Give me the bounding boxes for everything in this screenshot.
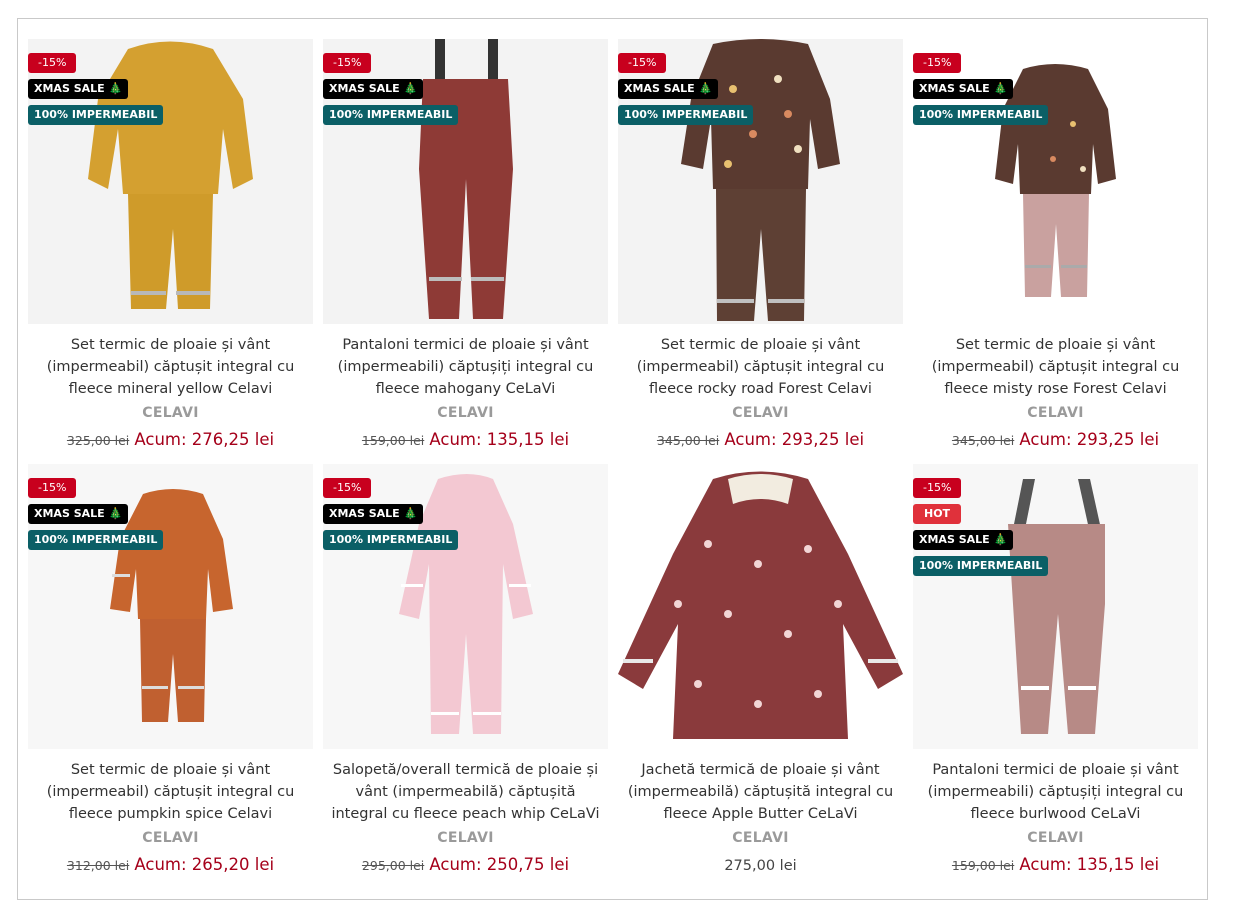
xmas-sale-badge: XMAS SALE 🎄 xyxy=(323,504,424,524)
waterproof-badge: 100% IMPERMEABIL xyxy=(28,105,164,125)
regular-price: 275,00 lei xyxy=(724,858,797,874)
product-image[interactable]: -15% XMAS SALE 🎄 100% IMPERMEABIL xyxy=(618,39,903,324)
product-price: 295,00 lei Acum: 250,75 lei xyxy=(323,855,608,874)
product-price: 275,00 lei xyxy=(618,855,903,874)
product-title[interactable]: Salopetă/overall termică de ploaie și vâ… xyxy=(323,759,608,825)
discount-badge: -15% xyxy=(28,478,77,498)
product-card[interactable]: -15% XMAS SALE 🎄 100% IMPERMEABIL Set te… xyxy=(913,39,1198,464)
product-title[interactable]: Set termic de ploaie și vânt (impermeabi… xyxy=(913,334,1198,400)
discount-badge: -15% xyxy=(913,478,962,498)
product-card[interactable]: -15% XMAS SALE 🎄 100% IMPERMEABIL Set te… xyxy=(28,39,313,464)
old-price: 295,00 lei xyxy=(361,858,425,873)
product-image[interactable]: -15% XMAS SALE 🎄 100% IMPERMEABIL xyxy=(913,39,1198,324)
product-brand[interactable]: CELAVI xyxy=(618,405,903,421)
product-card[interactable]: -15% XMAS SALE 🎄 100% IMPERMEABIL Set te… xyxy=(28,464,313,889)
discount-badge: -15% xyxy=(323,53,372,73)
waterproof-badge: 100% IMPERMEABIL xyxy=(913,105,1049,125)
product-price: 325,00 lei Acum: 276,25 lei xyxy=(28,430,313,449)
product-brand[interactable]: CELAVI xyxy=(618,830,903,846)
old-price: 159,00 lei xyxy=(361,433,425,448)
product-title[interactable]: Set termic de ploaie și vânt (impermeabi… xyxy=(28,759,313,825)
product-brand[interactable]: CELAVI xyxy=(323,405,608,421)
product-price: 345,00 lei Acum: 293,25 lei xyxy=(618,430,903,449)
product-title[interactable]: Jachetă termică de ploaie și vânt (imper… xyxy=(618,759,903,825)
product-card[interactable]: -15% XMAS SALE 🎄 100% IMPERMEABIL Salope… xyxy=(323,464,608,889)
xmas-sale-badge: XMAS SALE 🎄 xyxy=(28,504,129,524)
new-price: Acum: 293,25 lei xyxy=(1019,430,1160,449)
new-price: Acum: 135,15 lei xyxy=(1019,855,1160,874)
product-brand[interactable]: CELAVI xyxy=(28,405,313,421)
xmas-sale-badge: XMAS SALE 🎄 xyxy=(323,79,424,99)
product-image[interactable]: -15% XMAS SALE 🎄 100% IMPERMEABIL xyxy=(28,464,313,749)
product-image[interactable]: -15% XMAS SALE 🎄 100% IMPERMEABIL xyxy=(323,39,608,324)
product-title[interactable]: Set termic de ploaie și vânt (impermeabi… xyxy=(618,334,903,400)
discount-badge: -15% xyxy=(323,478,372,498)
product-grid: -15% XMAS SALE 🎄 100% IMPERMEABIL Set te… xyxy=(28,39,1198,889)
product-image[interactable] xyxy=(618,464,903,749)
product-brand[interactable]: CELAVI xyxy=(323,830,608,846)
xmas-sale-badge: XMAS SALE 🎄 xyxy=(913,79,1014,99)
product-brand[interactable]: CELAVI xyxy=(913,830,1198,846)
old-price: 325,00 lei xyxy=(66,433,130,448)
xmas-sale-badge: XMAS SALE 🎄 xyxy=(618,79,719,99)
discount-badge: -15% xyxy=(913,53,962,73)
discount-badge: -15% xyxy=(28,53,77,73)
xmas-sale-badge: XMAS SALE 🎄 xyxy=(913,530,1014,550)
product-card[interactable]: Jachetă termică de ploaie și vânt (imper… xyxy=(618,464,903,889)
product-brand[interactable]: CELAVI xyxy=(28,830,313,846)
product-title[interactable]: Pantaloni termici de ploaie și vânt (imp… xyxy=(323,334,608,400)
hot-badge: HOT xyxy=(913,504,962,524)
rain-jacket-illustration xyxy=(618,464,903,749)
product-price: 345,00 lei Acum: 293,25 lei xyxy=(913,430,1198,449)
new-price: Acum: 135,15 lei xyxy=(429,430,570,449)
waterproof-badge: 100% IMPERMEABIL xyxy=(28,530,164,550)
discount-badge: -15% xyxy=(618,53,667,73)
new-price: Acum: 293,25 lei xyxy=(724,430,865,449)
product-image[interactable]: -15% XMAS SALE 🎄 100% IMPERMEABIL xyxy=(323,464,608,749)
xmas-sale-badge: XMAS SALE 🎄 xyxy=(28,79,129,99)
waterproof-badge: 100% IMPERMEABIL xyxy=(323,530,459,550)
waterproof-badge: 100% IMPERMEABIL xyxy=(913,556,1049,576)
product-card[interactable]: -15% HOT XMAS SALE 🎄 100% IMPERMEABIL Pa… xyxy=(913,464,1198,889)
new-price: Acum: 276,25 lei xyxy=(134,430,275,449)
old-price: 345,00 lei xyxy=(656,433,720,448)
product-image[interactable]: -15% HOT XMAS SALE 🎄 100% IMPERMEABIL xyxy=(913,464,1198,749)
product-card[interactable]: -15% XMAS SALE 🎄 100% IMPERMEABIL Pantal… xyxy=(323,39,608,464)
old-price: 312,00 lei xyxy=(66,858,130,873)
product-price: 312,00 lei Acum: 265,20 lei xyxy=(28,855,313,874)
product-brand[interactable]: CELAVI xyxy=(913,405,1198,421)
waterproof-badge: 100% IMPERMEABIL xyxy=(323,105,459,125)
product-price: 159,00 lei Acum: 135,15 lei xyxy=(913,855,1198,874)
new-price: Acum: 250,75 lei xyxy=(429,855,570,874)
new-price: Acum: 265,20 lei xyxy=(134,855,275,874)
product-card[interactable]: -15% XMAS SALE 🎄 100% IMPERMEABIL Set te… xyxy=(618,39,903,464)
product-image[interactable]: -15% XMAS SALE 🎄 100% IMPERMEABIL xyxy=(28,39,313,324)
old-price: 159,00 lei xyxy=(951,858,1015,873)
product-title[interactable]: Pantaloni termici de ploaie și vânt (imp… xyxy=(913,759,1198,825)
waterproof-badge: 100% IMPERMEABIL xyxy=(618,105,754,125)
product-title[interactable]: Set termic de ploaie și vânt (impermeabi… xyxy=(28,334,313,400)
product-price: 159,00 lei Acum: 135,15 lei xyxy=(323,430,608,449)
old-price: 345,00 lei xyxy=(951,433,1015,448)
